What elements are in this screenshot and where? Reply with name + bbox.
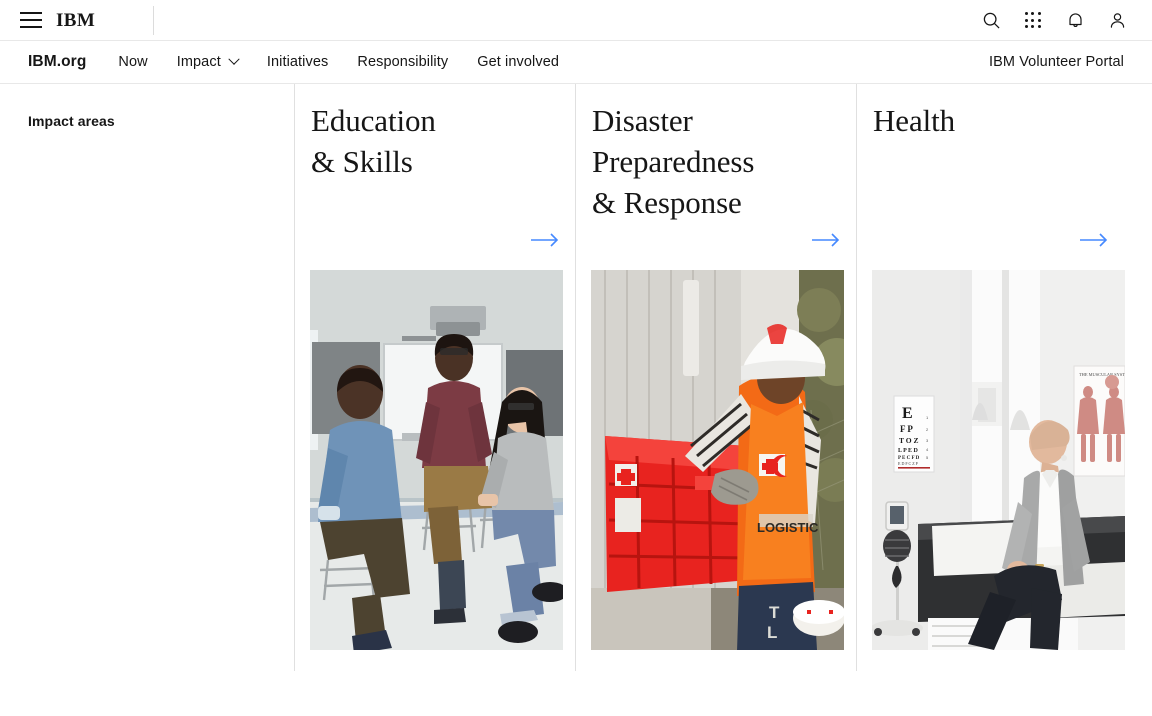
impact-card-title: Disaster Preparedness & Response bbox=[592, 100, 840, 224]
svg-text:T: T bbox=[769, 603, 780, 622]
nav-item-volunteer-portal[interactable]: IBM Volunteer Portal bbox=[989, 54, 1124, 70]
svg-text:L: L bbox=[767, 623, 777, 642]
impact-card-image-aid-worker: LOGISTIC T L bbox=[591, 270, 844, 650]
nav-item-responsibility[interactable]: Responsibility bbox=[357, 54, 448, 70]
nav-item-impact[interactable]: Impact bbox=[177, 54, 238, 70]
svg-text:E: E bbox=[902, 405, 913, 422]
notification-bell-icon[interactable] bbox=[1054, 0, 1096, 41]
impact-card-title-line-2: & Skills bbox=[311, 141, 559, 182]
nav-item-now-label: Now bbox=[118, 54, 147, 70]
svg-text:E D F C Z P: E D F C Z P bbox=[898, 461, 919, 466]
arrow-right-icon[interactable] bbox=[1076, 227, 1110, 253]
svg-text:LOGISTIC: LOGISTIC bbox=[757, 520, 819, 535]
nav-brand-ibm-org[interactable]: IBM.org bbox=[28, 53, 86, 71]
nav-item-now[interactable]: Now bbox=[118, 54, 147, 70]
arrow-right-icon[interactable] bbox=[527, 227, 561, 253]
chevron-down-icon bbox=[228, 54, 239, 65]
app-grid-icon[interactable] bbox=[1012, 0, 1054, 41]
user-profile-icon[interactable] bbox=[1096, 0, 1138, 41]
nav-item-get-involved-label: Get involved bbox=[477, 54, 559, 70]
section-label-impact-areas: Impact areas bbox=[28, 113, 115, 129]
ibm-logo[interactable]: IBM bbox=[56, 11, 95, 30]
top-utility-bar: IBM bbox=[0, 0, 1152, 41]
nav-item-responsibility-label: Responsibility bbox=[357, 54, 448, 70]
impact-card-title: Education & Skills bbox=[311, 100, 559, 182]
topbar-divider bbox=[153, 6, 154, 35]
search-icon[interactable] bbox=[970, 0, 1012, 41]
impact-card-health[interactable]: Health bbox=[856, 84, 1124, 671]
arrow-right-icon[interactable] bbox=[808, 227, 842, 253]
main-content: Impact areas Education & Skills bbox=[0, 84, 1152, 715]
nav-item-initiatives-label: Initiatives bbox=[267, 54, 329, 70]
impact-card-title-line-1: Disaster bbox=[592, 100, 840, 141]
impact-card-image-exam-room: E F P T O Z L P E D P E C F D E D F C Z … bbox=[872, 270, 1125, 650]
impact-card-title-line-2: Preparedness bbox=[592, 141, 840, 182]
hamburger-menu-icon[interactable] bbox=[20, 12, 42, 28]
impact-card-title-line-1: Health bbox=[873, 100, 1108, 141]
svg-text:THE MUSCULAR SYSTEM: THE MUSCULAR SYSTEM bbox=[1079, 372, 1125, 377]
impact-card-title-line-1: Education bbox=[311, 100, 559, 141]
svg-text:L P E D: L P E D bbox=[898, 448, 919, 454]
nav-item-initiatives[interactable]: Initiatives bbox=[267, 54, 329, 70]
impact-areas-card-grid: Education & Skills bbox=[294, 84, 1124, 671]
nav-item-impact-label: Impact bbox=[177, 54, 221, 70]
impact-card-title-line-3: & Response bbox=[592, 182, 840, 223]
primary-navigation: IBM.org Now Impact Initiatives Responsib… bbox=[0, 41, 1152, 84]
impact-card-title: Health bbox=[873, 100, 1108, 141]
impact-card-education-skills[interactable]: Education & Skills bbox=[294, 84, 575, 671]
svg-text:F P: F P bbox=[900, 424, 913, 434]
svg-text:T O Z: T O Z bbox=[899, 436, 918, 445]
impact-card-image-classroom bbox=[310, 270, 563, 650]
topbar-icon-group bbox=[970, 0, 1138, 41]
nav-item-get-involved[interactable]: Get involved bbox=[477, 54, 559, 70]
impact-card-disaster-preparedness-response[interactable]: Disaster Preparedness & Response bbox=[575, 84, 856, 671]
